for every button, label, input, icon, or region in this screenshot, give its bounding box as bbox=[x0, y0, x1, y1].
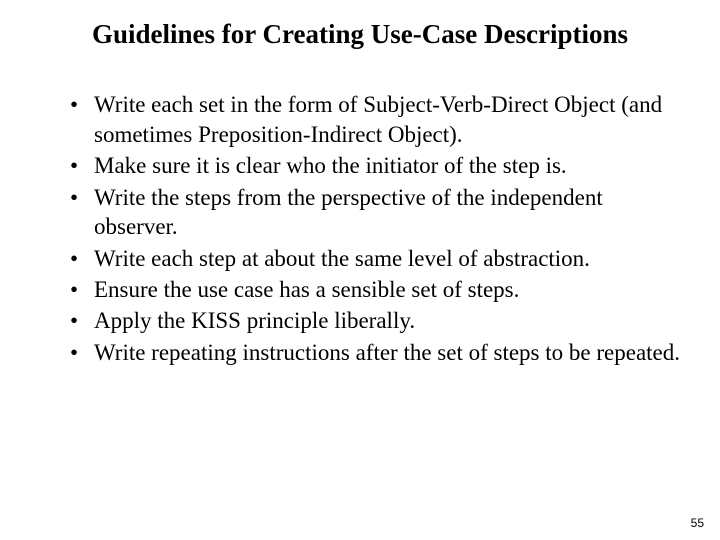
list-item: Ensure the use case has a sensible set o… bbox=[70, 275, 690, 304]
list-item: Write each step at about the same level … bbox=[70, 244, 690, 273]
list-item: Write each set in the form of Subject-Ve… bbox=[70, 90, 690, 149]
list-item: Apply the KISS principle liberally. bbox=[70, 306, 690, 335]
list-item: Write repeating instructions after the s… bbox=[70, 338, 690, 367]
guidelines-list: Write each set in the form of Subject-Ve… bbox=[30, 90, 690, 367]
page-title: Guidelines for Creating Use-Case Descrip… bbox=[30, 18, 690, 50]
list-item: Make sure it is clear who the initiator … bbox=[70, 151, 690, 180]
page-number: 55 bbox=[691, 516, 704, 530]
list-item: Write the steps from the perspective of … bbox=[70, 183, 690, 242]
